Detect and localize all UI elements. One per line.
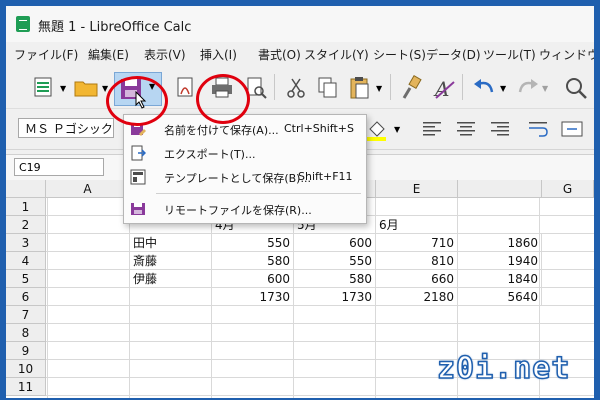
row-header[interactable]: 11 bbox=[6, 378, 46, 396]
align-center-icon[interactable] bbox=[452, 115, 480, 143]
merge-cells-icon[interactable] bbox=[558, 115, 586, 143]
cell-e6[interactable]: 2180 bbox=[376, 288, 458, 306]
undo-icon[interactable] bbox=[470, 74, 498, 102]
open-folder-icon[interactable] bbox=[72, 74, 100, 102]
export-icon bbox=[131, 145, 146, 161]
paste-icon[interactable] bbox=[346, 74, 374, 102]
cell-b3[interactable]: 田中 bbox=[130, 234, 212, 252]
find-replace-icon[interactable] bbox=[562, 74, 590, 102]
save-as-template-menu-item[interactable]: テンプレートとして保存(B)... Shift+F11 bbox=[124, 165, 364, 189]
menu-data[interactable]: データ(D) bbox=[426, 46, 481, 63]
cell-d4[interactable]: 550 bbox=[294, 252, 376, 270]
cell-f4[interactable]: 1940 bbox=[458, 252, 542, 270]
clone-formatting-icon[interactable] bbox=[398, 74, 426, 102]
column-header-g[interactable]: G bbox=[542, 180, 594, 198]
app-window: 無題 1 - LibreOffice Calc ファイル(F) 編集(E) 表示… bbox=[6, 6, 594, 398]
column-header-f[interactable] bbox=[458, 180, 542, 198]
copy-icon[interactable] bbox=[314, 74, 342, 102]
cell-d3[interactable]: 600 bbox=[294, 234, 376, 252]
save-remote-file-menu-item[interactable]: リモートファイルを保存(R)... bbox=[124, 197, 364, 221]
cell-b4[interactable]: 斎藤 bbox=[130, 252, 212, 270]
column-header-e[interactable]: E bbox=[376, 180, 458, 198]
row-header[interactable]: 7 bbox=[6, 306, 46, 324]
menu-label: エクスポート(T)... bbox=[164, 148, 256, 161]
clear-formatting-icon[interactable]: A bbox=[430, 74, 458, 102]
row-header[interactable]: 4 bbox=[6, 252, 46, 270]
font-name-box[interactable]: ＭＳ Ｐゴシック bbox=[18, 118, 114, 138]
toolbar-separator bbox=[462, 74, 463, 100]
name-box[interactable]: C19 bbox=[14, 158, 104, 176]
save-as-menu-item[interactable]: 名前を付けて保存(A)... Ctrl+Shift+S bbox=[124, 117, 364, 141]
cell-c3[interactable]: 550 bbox=[212, 234, 294, 252]
menu-window[interactable]: ウィンドウ(W) bbox=[539, 46, 594, 63]
title-bar: 無題 1 - LibreOffice Calc bbox=[6, 6, 594, 43]
paste-dropdown-arrow-icon[interactable]: ▼ bbox=[376, 84, 382, 93]
menu-label: 名前を付けて保存(A)... bbox=[164, 124, 279, 137]
undo-dropdown-arrow-icon[interactable]: ▼ bbox=[500, 84, 506, 93]
cell-f5[interactable]: 1840 bbox=[458, 270, 542, 288]
cell-e3[interactable]: 710 bbox=[376, 234, 458, 252]
watermark-text: z0i.net bbox=[436, 350, 571, 387]
cell-c5[interactable]: 600 bbox=[212, 270, 294, 288]
new-dropdown-arrow-icon[interactable]: ▼ bbox=[60, 84, 66, 93]
column-header-a[interactable]: A bbox=[46, 180, 130, 198]
row-header[interactable]: 5 bbox=[6, 270, 46, 288]
menu-tools[interactable]: ツール(T) bbox=[483, 46, 536, 63]
toolbar-separator bbox=[274, 74, 275, 100]
cell-f3[interactable]: 1860 bbox=[458, 234, 542, 252]
menu-label: テンプレートとして保存(B)... bbox=[164, 172, 311, 185]
template-icon bbox=[130, 169, 146, 185]
standard-toolbar: ▼ ▼ ▼ ▼ A ▼ ▼ bbox=[6, 66, 594, 109]
cell-d5[interactable]: 580 bbox=[294, 270, 376, 288]
menu-shortcut: Ctrl+Shift+S bbox=[284, 122, 354, 135]
row-header[interactable]: 1 bbox=[6, 198, 46, 216]
row-header[interactable]: 2 bbox=[6, 216, 46, 234]
export-menu-item[interactable]: エクスポート(T)... bbox=[124, 141, 364, 165]
calc-app-icon bbox=[16, 16, 30, 32]
menu-style[interactable]: スタイル(Y) bbox=[304, 46, 369, 63]
cell-e5[interactable]: 660 bbox=[376, 270, 458, 288]
row-header[interactable]: 10 bbox=[6, 360, 46, 378]
menu-view[interactable]: 表示(V) bbox=[144, 46, 186, 63]
align-right-icon[interactable] bbox=[486, 115, 514, 143]
cell-d6[interactable]: 1730 bbox=[294, 288, 376, 306]
cell-b5[interactable]: 伊藤 bbox=[130, 270, 212, 288]
align-left-icon[interactable] bbox=[418, 115, 446, 143]
row-header[interactable]: 3 bbox=[6, 234, 46, 252]
row-header[interactable]: 8 bbox=[6, 324, 46, 342]
menu-edit[interactable]: 編集(E) bbox=[88, 46, 129, 63]
select-all-corner[interactable] bbox=[6, 180, 46, 198]
remote-save-icon bbox=[131, 203, 145, 215]
cut-icon[interactable] bbox=[282, 74, 310, 102]
menu-bar: ファイル(F) 編集(E) 表示(V) 挿入(I) 書式(O) スタイル(Y) … bbox=[6, 42, 594, 66]
cell-c4[interactable]: 580 bbox=[212, 252, 294, 270]
window-title: 無題 1 - LibreOffice Calc bbox=[38, 20, 192, 35]
toolbar-separator bbox=[390, 74, 391, 100]
cell-f6[interactable]: 5640 bbox=[458, 288, 542, 306]
menu-format[interactable]: 書式(O) bbox=[258, 46, 301, 63]
background-color-dropdown-arrow-icon[interactable]: ▼ bbox=[394, 125, 400, 134]
menu-file[interactable]: ファイル(F) bbox=[14, 46, 78, 63]
wrap-text-icon[interactable] bbox=[524, 115, 552, 143]
cell-e2[interactable]: 6月 bbox=[376, 216, 458, 234]
highlight-circle-save bbox=[106, 76, 168, 126]
menu-separator bbox=[156, 193, 361, 194]
new-spreadsheet-icon[interactable] bbox=[30, 74, 58, 102]
menu-sheet[interactable]: シート(S) bbox=[373, 46, 426, 63]
cell-e4[interactable]: 810 bbox=[376, 252, 458, 270]
redo-dropdown-arrow-icon[interactable]: ▼ bbox=[542, 84, 548, 93]
redo-icon[interactable] bbox=[514, 74, 542, 102]
menu-label: リモートファイルを保存(R)... bbox=[164, 204, 312, 217]
menu-shortcut: Shift+F11 bbox=[298, 170, 353, 183]
save-dropdown-menu: 名前を付けて保存(A)... Ctrl+Shift+S エクスポート(T)...… bbox=[123, 114, 367, 224]
highlight-circle-print bbox=[196, 74, 250, 124]
row-header[interactable]: 6 bbox=[6, 288, 46, 306]
row-header[interactable]: 9 bbox=[6, 342, 46, 360]
cell-c6[interactable]: 1730 bbox=[212, 288, 294, 306]
menu-insert[interactable]: 挿入(I) bbox=[200, 46, 237, 63]
